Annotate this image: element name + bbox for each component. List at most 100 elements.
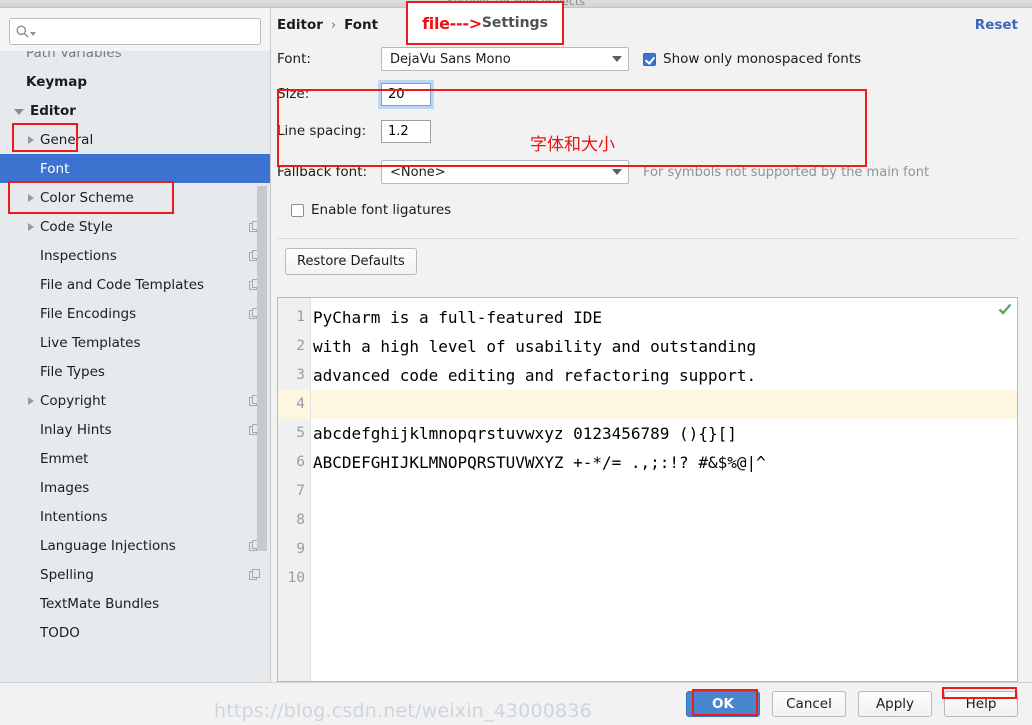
fallback-font-select[interactable]: <None>	[381, 160, 629, 184]
line-spacing-row: Line spacing:	[277, 112, 1018, 150]
fallback-font-label: Fallback font:	[277, 164, 368, 180]
watermark: https://blog.csdn.net/weixin_43000836	[214, 700, 592, 722]
window-titlebar: Settings for New Projects	[0, 0, 1032, 8]
green-check-icon[interactable]	[998, 302, 1012, 316]
chevron-down-icon	[612, 169, 622, 175]
sidebar-item-inlay-hints[interactable]: Inlay Hints	[0, 415, 270, 444]
search-box[interactable]	[9, 18, 261, 45]
chevron-right-icon[interactable]	[28, 135, 34, 144]
line-spacing-input[interactable]	[381, 119, 431, 143]
line-number: 8	[296, 512, 305, 528]
sidebar-item-label: Language Injections	[40, 537, 176, 554]
chevron-right-icon[interactable]	[28, 396, 34, 405]
chevron-right-icon[interactable]	[28, 193, 34, 202]
sidebar-item-color-scheme[interactable]: Color Scheme	[0, 183, 270, 212]
sidebar-item-label: TODO	[40, 624, 80, 641]
sidebar-item-code-style[interactable]: Code Style	[0, 212, 270, 241]
preview-code-line	[311, 506, 1017, 535]
sidebar-item-label: Spelling	[40, 566, 94, 583]
preview-code-area[interactable]: PyCharm is a full-featured IDE with a hig…	[311, 298, 1017, 681]
show-monospaced-label: Show only monospaced fonts	[663, 51, 862, 67]
sidebar-item-label: Intentions	[40, 508, 108, 525]
sidebar-item-todo[interactable]: TODO	[0, 618, 270, 647]
ok-button[interactable]: OK	[686, 691, 760, 717]
apply-button[interactable]: Apply	[858, 691, 932, 717]
search-icon	[16, 25, 29, 38]
sidebar-item-label: Path Variables	[26, 51, 122, 61]
font-family-value: DejaVu Sans Mono	[390, 51, 511, 67]
breadcrumb-current: Font	[344, 17, 379, 33]
line-number: 6	[296, 454, 305, 470]
size-row: Size:	[277, 76, 1018, 112]
cancel-button[interactable]: Cancel	[772, 691, 846, 717]
show-monospaced-checkbox-box[interactable]	[643, 52, 656, 66]
preview-code-line	[311, 390, 1017, 419]
sidebar-item-spelling[interactable]: Spelling	[0, 560, 270, 589]
sidebar-item-keymap[interactable]: Keymap	[0, 67, 270, 96]
chevron-down-icon	[612, 56, 622, 62]
sidebar-item-label: Code Style	[40, 218, 113, 235]
sidebar-item-file-types[interactable]: File Types	[0, 357, 270, 386]
line-number-gutter: 1 2 3 4 5 6 7 8 9 10	[278, 298, 311, 681]
settings-dialog: Settings for New Projects Path Variables…	[0, 0, 1032, 725]
preview-code-line	[311, 477, 1017, 506]
preview-code-line	[311, 564, 1017, 593]
line-number: 2	[296, 338, 305, 354]
fallback-font-hint: For symbols not supported by the main fo…	[643, 164, 930, 180]
sidebar-item-editor[interactable]: Editor	[0, 96, 270, 125]
sidebar-item-copyright[interactable]: Copyright	[0, 386, 270, 415]
enable-ligatures-checkbox-box[interactable]	[291, 203, 304, 217]
settings-sidebar: Path Variables Keymap Editor General Font Col…	[0, 8, 271, 682]
breadcrumb: Editor › Font Reset	[271, 8, 1032, 42]
sidebar-scrollbar-thumb[interactable]	[257, 186, 267, 551]
sidebar-item-label: Inspections	[40, 247, 117, 264]
font-preview-editor[interactable]: 1 2 3 4 5 6 7 8 9 10 PyCharm is a full-featured I…	[277, 297, 1018, 682]
sidebar-item-intentions[interactable]: Intentions	[0, 502, 270, 531]
chevron-down-icon[interactable]	[14, 108, 24, 115]
search-filter-caret-icon[interactable]	[30, 31, 36, 36]
restore-defaults-button[interactable]: Restore Defaults	[285, 247, 417, 275]
dialog-body: Path Variables Keymap Editor General Font Col…	[0, 8, 1032, 682]
fallback-font-row: Fallback font: <None> For symbols not su…	[277, 150, 1018, 194]
sidebar-item-font[interactable]: Font	[0, 154, 270, 183]
sidebar-item-file-and-code-templates[interactable]: File and Code Templates	[0, 270, 270, 299]
sidebar-item-images[interactable]: Images	[0, 473, 270, 502]
enable-ligatures-label: Enable font ligatures	[311, 202, 452, 218]
sidebar-item-path-variables[interactable]: Path Variables	[0, 51, 270, 67]
sidebar-item-language-injections[interactable]: Language Injections	[0, 531, 270, 560]
sidebar-item-emmet[interactable]: Emmet	[0, 444, 270, 473]
sidebar-item-file-encodings[interactable]: File Encodings	[0, 299, 270, 328]
settings-tree: Path Variables Keymap Editor General Font Col…	[0, 51, 270, 682]
font-size-input[interactable]	[378, 79, 434, 109]
sidebar-item-general[interactable]: General	[0, 125, 270, 154]
preview-code-line: PyCharm is a full-featured IDE	[313, 308, 602, 327]
font-row: Font: DejaVu Sans Mono Show only monospa…	[277, 42, 1018, 76]
breadcrumb-separator-icon: ›	[330, 17, 337, 33]
sidebar-item-inspections[interactable]: Inspections	[0, 241, 270, 270]
enable-ligatures-checkbox[interactable]: Enable font ligatures	[291, 202, 451, 218]
fallback-font-value: <None>	[390, 164, 446, 180]
breadcrumb-parent[interactable]: Editor	[277, 17, 323, 33]
search-input[interactable]	[41, 23, 225, 40]
show-monospaced-checkbox[interactable]: Show only monospaced fonts	[643, 51, 861, 67]
line-number: 7	[296, 483, 305, 499]
preview-code-line: ABCDEFGHIJKLMNOPQRSTUVWXYZ +-*/= .,;:!? …	[313, 453, 766, 472]
sidebar-item-live-templates[interactable]: Live Templates	[0, 328, 270, 357]
font-family-select[interactable]: DejaVu Sans Mono	[381, 47, 629, 71]
sidebar-item-label: Keymap	[26, 73, 88, 90]
dialog-footer: https://blog.csdn.net/weixin_43000836 OK…	[0, 682, 1032, 725]
sidebar-scrollbar[interactable]	[257, 51, 267, 682]
sidebar-item-textmate-bundles[interactable]: TextMate Bundles	[0, 589, 270, 618]
reset-link[interactable]: Reset	[975, 17, 1018, 33]
ligatures-row: Enable font ligatures	[277, 194, 1018, 226]
settings-content: Editor › Font Reset Font: DejaVu Sans Mo…	[271, 8, 1032, 682]
chevron-right-icon[interactable]	[28, 222, 34, 231]
line-number: 1	[296, 309, 305, 325]
help-button[interactable]: Help	[944, 691, 1018, 717]
preview-code-line: with a high level of usability and outst…	[313, 337, 757, 356]
size-label: Size:	[277, 86, 310, 102]
line-number: 3	[296, 367, 305, 383]
sidebar-item-label: Copyright	[40, 392, 106, 409]
sidebar-item-label: File Encodings	[40, 305, 137, 322]
line-number: 10	[287, 570, 305, 586]
